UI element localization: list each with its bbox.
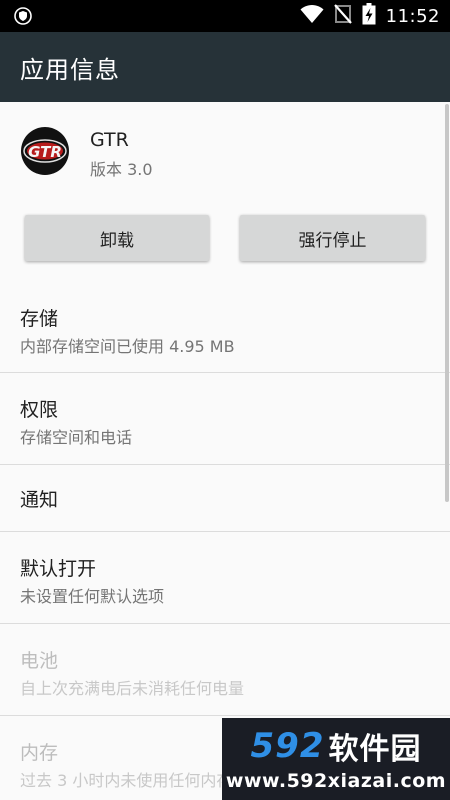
settings-item-title: 默认打开 [20,558,97,580]
settings-item-storage[interactable]: 存储 内部存储空间已使用 4.95 MB [0,282,450,373]
clock: 11:52 [385,5,440,27]
app-info-content[interactable]: GTR GTR 版本 3.0 卸载 强行停止 存储 内部存储空间已使用 4.95… [0,102,450,800]
app-bar: 应用信息 [0,32,450,102]
settings-item-title: 权限 [20,399,59,421]
app-version: 版本 3.0 [90,160,153,179]
wifi-icon [300,4,324,28]
settings-item-subtitle: 内部存储空间已使用 4.95 MB [20,337,235,356]
app-header: GTR GTR 版本 3.0 [0,102,450,202]
battery-charging-icon [362,3,376,29]
settings-item-permissions[interactable]: 权限 存储空间和电话 [0,373,450,465]
watermark-logo-text: 软件园 [328,732,422,767]
settings-item-subtitle: 存储空间和电话 [20,428,133,447]
settings-item-subtitle: 过去 3 小时内未使用任何内存 [20,771,233,790]
watermark-logo-number: 592 [250,726,325,766]
scrollbar[interactable] [445,104,449,502]
settings-item-title: 内存 [20,742,59,764]
svg-text:GTR: GTR [28,143,62,161]
uninstall-button[interactable]: 卸载 [25,215,209,261]
no-sim-icon [333,4,352,28]
settings-item-default-open[interactable]: 默认打开 未设置任何默认选项 [0,532,450,624]
site-watermark: 592 软件园 www.592xiazai.com [222,718,450,800]
settings-item-title: 存储 [20,308,59,330]
settings-item-notifications[interactable]: 通知 [0,465,450,532]
shield-notification-icon [14,7,32,25]
app-name: GTR [90,129,129,151]
gtr-logo-icon: GTR [20,126,70,176]
status-icons: 11:52 [300,0,440,32]
settings-item-battery: 电池 自上次充满电后未消耗任何电量 [0,624,450,716]
status-bar: 11:52 [0,0,450,32]
settings-item-title: 通知 [20,489,59,511]
settings-item-subtitle: 自上次充满电后未消耗任何电量 [20,679,245,698]
page-title: 应用信息 [20,55,120,84]
watermark-logo: 592 软件园 [222,724,450,768]
settings-item-subtitle: 未设置任何默认选项 [20,587,165,606]
watermark-url: www.592xiazai.com [225,770,447,792]
settings-item-title: 电池 [20,650,59,672]
force-stop-button[interactable]: 强行停止 [240,215,425,261]
